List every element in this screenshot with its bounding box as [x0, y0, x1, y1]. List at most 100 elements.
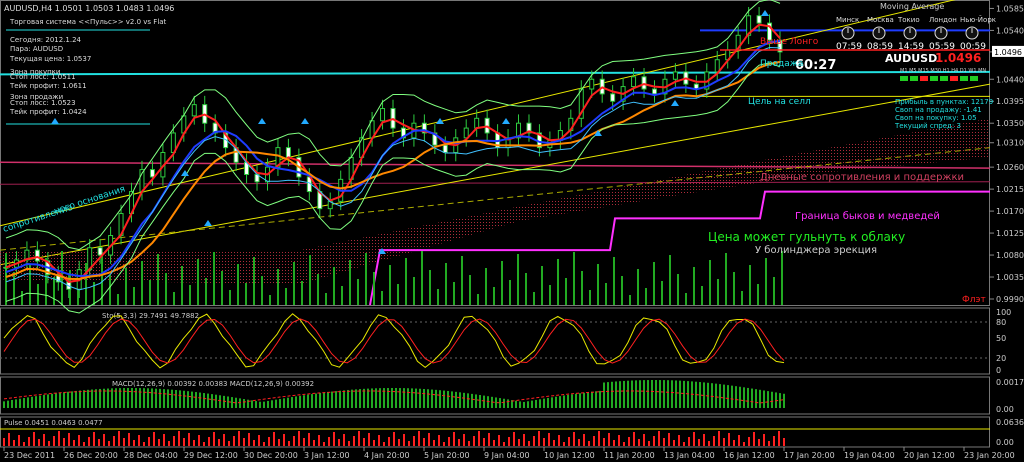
stochastic-axis-label: 80	[996, 318, 1006, 327]
indicator-label: Moving Average	[880, 2, 944, 11]
time-tick-label: 20 Jan 12:00	[904, 451, 955, 460]
price-tick-label: 1.0215	[996, 185, 1024, 194]
price-tick-label: 1.0585	[996, 4, 1024, 13]
price-tick-label: 1.0350	[996, 119, 1024, 128]
cyan-level-line	[0, 70, 991, 76]
macd-axis-label: 0.00174	[996, 378, 1024, 387]
pulse-axis-label: 0.00	[996, 438, 1014, 447]
info-panel-line: Текущая цена: 1.0537	[9, 55, 91, 63]
clock-city: Минск	[836, 16, 859, 24]
price-tick-label: 0.9990	[996, 295, 1024, 304]
time-tick-label: 17 Jan 20:00	[784, 451, 835, 460]
candle-body	[442, 144, 448, 154]
info-panel-line: Стоп лосс: 1.0511	[10, 73, 76, 81]
clock-city: Нью-Йорк	[960, 15, 996, 24]
clock-city: Лондон	[929, 16, 957, 24]
signal-arrow-icon	[671, 100, 679, 106]
signal-arrow-icon	[301, 118, 309, 124]
macd-axis-label: 0.00	[996, 405, 1014, 414]
candle-body	[285, 147, 291, 158]
candle-body	[631, 76, 637, 88]
info-panel-line: Торговая система <<Пульс>> v2.0 vs Flat	[9, 18, 167, 26]
info-panel-line: Тейк профит: 1.0424	[9, 108, 87, 116]
pair-price: 1.0496	[935, 51, 981, 65]
annotation-bulls-bears: Граница быков и медведей	[795, 211, 940, 222]
time-tick-label: 9 Jan 04:00	[484, 451, 530, 460]
candle-body	[191, 104, 197, 117]
time-tick-label: 30 Dec 20:00	[244, 451, 298, 460]
macd-label: MACD(12,26,9) 0.00392 0.00383 MACD(12,26…	[112, 380, 314, 388]
candle-body	[34, 249, 40, 262]
stochastic-axis-label: 100	[996, 308, 1011, 317]
price-tick-label: 1.0260	[996, 163, 1024, 172]
timeframe-signal	[940, 76, 948, 81]
pair-name: AUDUSD	[885, 52, 937, 65]
candle-body	[463, 127, 469, 139]
time-tick-label: 26 Dec 20:00	[64, 451, 118, 460]
timeframe-signal	[950, 76, 958, 81]
annotation-bollinger: У болинджера эрекция	[755, 245, 877, 256]
price-tick-label: 1.0080	[996, 251, 1024, 260]
timeframe-signal	[960, 76, 968, 81]
time-tick-label: 23 Dec 2011	[4, 451, 55, 460]
candle-body	[651, 88, 657, 95]
forex-chart: 1.0585 1.0540 1.0496 1.0440 1.0395 1.0350 1.03…	[0, 0, 1024, 460]
price-tick-label: 1.0540	[996, 26, 1024, 35]
signal-arrow-icon	[258, 118, 266, 124]
time-tick-label: 4 Jan 20:00	[364, 451, 410, 460]
pulse-axis-label: 0.0636	[996, 418, 1024, 427]
right-info-line: Своп на продажу: -1.41	[895, 106, 982, 114]
candle-body	[589, 78, 595, 90]
timeframe-signal	[930, 76, 938, 81]
candle-body	[714, 59, 720, 73]
candle-body	[149, 169, 155, 178]
time-tick-label: 5 Jan 20:00	[424, 451, 470, 460]
right-info-line: Текущий спред: 3	[894, 122, 961, 130]
info-panel-line: Тейк профит: 1.0611	[9, 82, 87, 90]
time-tick-label: 28 Dec 04:00	[124, 451, 178, 460]
candle-body	[474, 117, 480, 129]
annotation-cloud-bounce: Цена может гульнуть к облаку	[708, 230, 905, 244]
stochastic-axis-label: 0	[996, 366, 1001, 375]
time-tick-label: 23 Jan 20:00	[964, 451, 1015, 460]
right-info-line: Прибыль в пунктах: 12179	[895, 98, 993, 106]
time-tick-label: 16 Jan 12:00	[724, 451, 775, 460]
timeframe-signal	[920, 76, 928, 81]
annotation-resistance: Выше Лонго	[760, 37, 819, 47]
stochastic-axis-label: 50	[996, 334, 1006, 343]
stochastic-signal-line	[3, 318, 785, 364]
timeframe-signal	[910, 76, 918, 81]
timeframe-signal	[900, 76, 908, 81]
annotation-sell-target: Цель на селл	[748, 97, 811, 107]
clock-city: Токио	[897, 16, 920, 24]
candle-body	[672, 71, 678, 80]
right-info-line: Своп на покупку: 1.05	[895, 114, 977, 122]
price-tick-label: 1.0395	[996, 97, 1024, 106]
signal-arrow-icon	[204, 220, 212, 226]
annotation-left-base: ного основания	[53, 184, 127, 216]
annotation-flat: Флэт	[962, 295, 986, 305]
signal-arrow-icon	[51, 118, 59, 124]
time-tick-label: 11 Jan 20:00	[604, 451, 655, 460]
annotation-sell: Продажа	[760, 59, 803, 69]
price-tick-label: 1.0440	[996, 75, 1024, 84]
time-tick-label: 19 Jan 04:00	[844, 451, 895, 460]
current-price-label: 1.0496	[994, 48, 1022, 57]
clock-city: Москва	[867, 16, 894, 24]
time-tick-label: 3 Jan 12:00	[304, 451, 350, 460]
stochastic-axis-label: 20	[996, 354, 1006, 363]
time-tick-label: 10 Jan 12:00	[544, 451, 595, 460]
pulse-label: Pulse 0.0451 0.0463 0.0477	[4, 419, 103, 427]
info-panel-line: Пара: AUDUSD	[10, 45, 63, 53]
timeframes-row: M1 M5 M15 M30 H1 H4 D1 W1 MN	[900, 68, 986, 74]
symbol-header: AUDUSD,H4 1.0501 1.0503 1.0483 1.0496	[4, 4, 174, 13]
candle-body	[641, 76, 647, 90]
info-panel-line: Сегодня: 2012.1.24	[10, 36, 82, 44]
candle-body	[380, 108, 386, 122]
timeframe-signal	[970, 76, 978, 81]
candle-body	[97, 247, 103, 256]
signal-arrow-icon	[761, 10, 769, 16]
price-tick-label: 1.0125	[996, 229, 1024, 238]
ichimoku-cloud	[0, 118, 990, 285]
candle-body	[610, 93, 616, 102]
